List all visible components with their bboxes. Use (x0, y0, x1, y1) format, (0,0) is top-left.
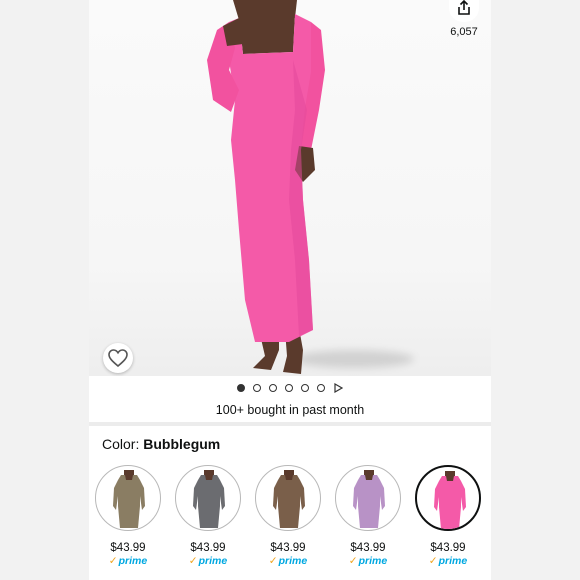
section-divider (89, 422, 491, 426)
carousel-indicator (89, 381, 491, 395)
favorite-button[interactable] (103, 343, 133, 373)
product-page: 6,057 100+ bought in past month Color: B… (89, 0, 491, 580)
color-swatch-list: $43.99 ✓prime $43.99 ✓prime $43.99 ✓prime $43.… (95, 465, 487, 575)
prime-label: prime (438, 555, 468, 567)
color-swatch[interactable] (175, 465, 241, 531)
carousel-dot[interactable] (285, 384, 293, 392)
color-swatch[interactable] (335, 465, 401, 531)
prime-label: prime (118, 555, 148, 567)
swatch-dress-image (193, 470, 225, 528)
prime-badge: ✓prime (175, 555, 241, 567)
color-label: Color: (102, 436, 140, 452)
carousel-dot[interactable] (301, 384, 309, 392)
product-image-gallery[interactable]: 6,057 (89, 0, 491, 376)
model-dress-image (207, 0, 325, 374)
color-swatch[interactable] (95, 465, 161, 531)
swatch-dress-image (353, 470, 385, 528)
variant-price: $43.99 (270, 542, 306, 554)
prime-badge: ✓prime (95, 555, 161, 567)
variant-price: $43.99 (190, 542, 226, 554)
prime-check-icon: ✓ (348, 555, 358, 567)
carousel-dot[interactable] (237, 384, 245, 392)
carousel-dot[interactable] (269, 384, 277, 392)
carousel-dot[interactable] (253, 384, 261, 392)
variant-price: $43.99 (430, 542, 466, 554)
prime-check-icon: ✓ (268, 555, 278, 567)
carousel-dot[interactable] (317, 384, 325, 392)
swatch-dress-image (113, 470, 145, 528)
prime-badge: ✓prime (335, 555, 401, 567)
swatch-dress-image (273, 470, 305, 528)
heart-outline-icon (108, 349, 128, 367)
variant-price: $43.99 (110, 542, 146, 554)
swatch-dress-image (434, 471, 466, 529)
bought-in-past-month: 100+ bought in past month (215, 403, 365, 417)
prime-badge: ✓prime (255, 555, 321, 567)
color-swatch[interactable] (415, 465, 481, 531)
color-selection-label: Color: Bubblegum (102, 436, 220, 452)
prime-label: prime (358, 555, 388, 567)
selected-color-name: Bubblegum (143, 436, 221, 452)
prime-label: prime (198, 555, 228, 567)
share-count: 6,057 (450, 26, 478, 38)
prime-label: prime (278, 555, 308, 567)
color-swatch[interactable] (255, 465, 321, 531)
prime-check-icon: ✓ (108, 555, 118, 567)
share-icon (458, 0, 470, 15)
prime-check-icon: ✓ (188, 555, 198, 567)
prime-check-icon: ✓ (428, 555, 438, 567)
variant-price: $43.99 (350, 542, 386, 554)
prime-badge: ✓prime (415, 555, 481, 567)
play-icon[interactable] (333, 383, 343, 393)
